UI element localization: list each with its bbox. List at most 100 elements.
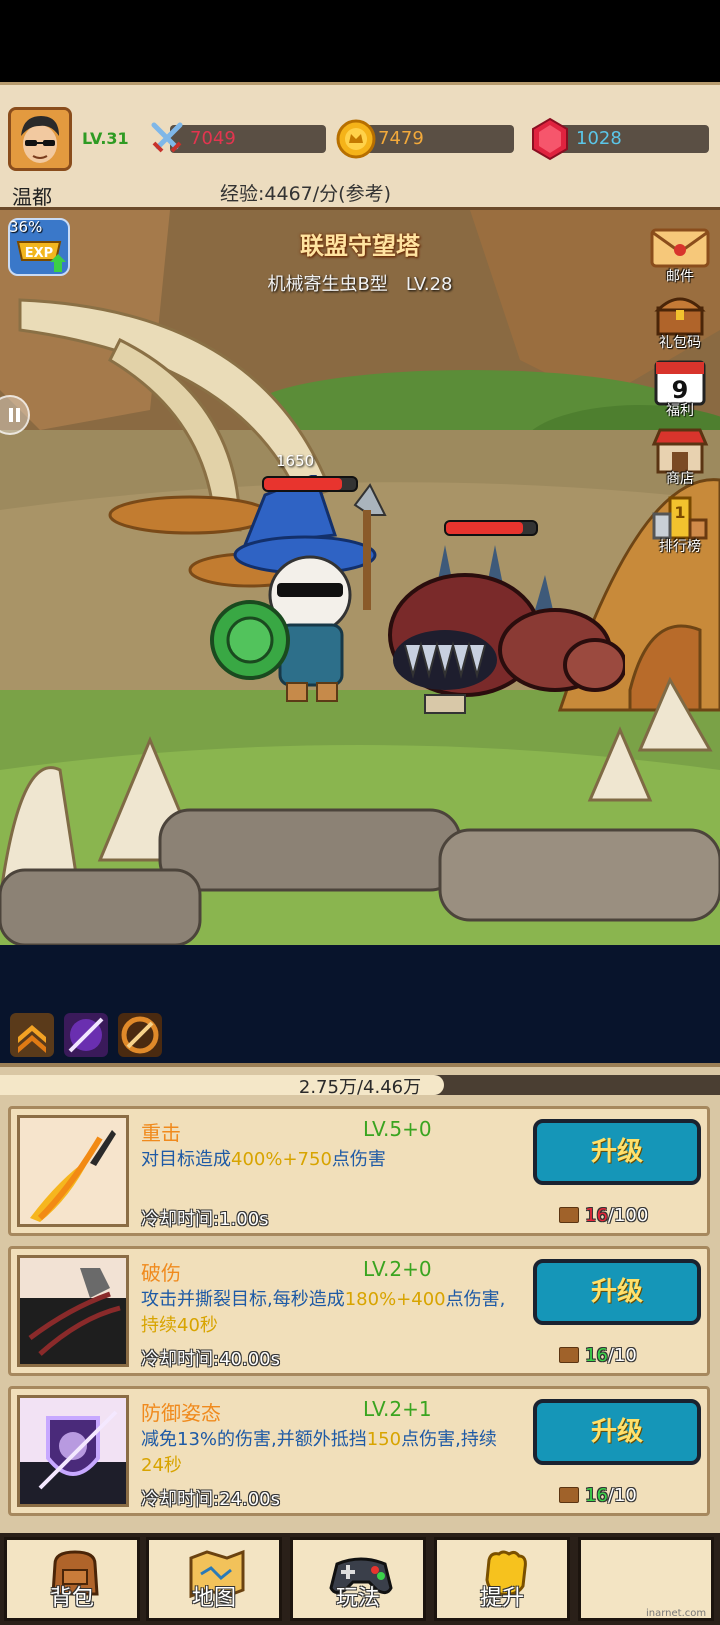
skill-description: 对目标造成400%+750点伤害: [141, 1147, 531, 1173]
skill-book-icon: [559, 1347, 579, 1363]
exp-rate-text: 经验:4467/分(参考): [220, 183, 391, 205]
desc-highlight: 150: [366, 1429, 402, 1450]
nav-label: 玩法: [335, 1586, 380, 1611]
nav-tab-upgrade[interactable]: 提升: [434, 1537, 570, 1621]
mail-button[interactable]: 邮件: [648, 222, 712, 286]
upgrade-button[interactable]: 升级: [533, 1259, 701, 1325]
gold-coin-icon: [336, 119, 376, 159]
pause-icon: [9, 408, 20, 422]
skill-description: 减免13%的伤害,并额外抵挡150点伤害,持续 24秒: [141, 1427, 531, 1479]
leaderboard-icon: 1: [652, 496, 708, 540]
skill-description: 攻击并撕裂目标,每秒造成180%+400点伤害, 持续40秒: [141, 1287, 531, 1339]
cost-have: 16: [585, 1345, 608, 1366]
skill-level: LV.2+1: [363, 1397, 432, 1421]
desc-highlight: 持续40秒: [141, 1315, 218, 1336]
cost-need: /10: [607, 1485, 637, 1506]
enemy-hp-fill: [446, 522, 523, 534]
mail-label: 邮件: [666, 269, 694, 285]
desc-text: 减免13%的伤害,并额外抵挡: [141, 1429, 367, 1450]
whirlwind-buff-icon[interactable]: [118, 1013, 162, 1057]
cost-need: /100: [607, 1205, 649, 1226]
watermark: inarnet.com: [646, 1608, 707, 1619]
attack-value: 7049: [190, 128, 236, 149]
pause-button[interactable]: [0, 395, 30, 435]
nav-tab-map[interactable]: 地图: [146, 1537, 282, 1621]
upgrade-button[interactable]: 升级: [533, 1119, 701, 1185]
welfare-label: 福利: [666, 403, 694, 419]
desc-text: 对目标造成: [141, 1149, 231, 1170]
leaderboard-label: 排行榜: [659, 539, 701, 555]
player-hp-fill: [264, 478, 343, 490]
claw-wound-icon: [17, 1255, 129, 1367]
player-avatar[interactable]: [8, 107, 72, 171]
cost-have: 16: [585, 1205, 608, 1226]
player-header: LV.31 温都 7049 7479 1028 经验:4467/分(参考): [0, 82, 720, 210]
cost-have: 16: [585, 1485, 608, 1506]
welfare-button[interactable]: 9 福利: [648, 356, 712, 420]
gem-value: 1028: [576, 128, 622, 149]
skill-book-icon: [559, 1207, 579, 1223]
skill-card-heavy-strike: 重击 LV.5+0 对目标造成400%+750点伤害 冷却时间:1.00s 升级…: [8, 1106, 710, 1236]
sword-slash-icon: [17, 1115, 129, 1227]
player-hp-bar: [262, 476, 358, 492]
gift-code-button[interactable]: 礼包码: [648, 288, 712, 352]
skill-cooldown: 冷却时间:40.00s: [141, 1349, 280, 1370]
battle-scene: [0, 210, 720, 945]
skill-cooldown: 冷却时间:1.00s: [141, 1209, 269, 1230]
skill-name: 破伤: [141, 1261, 181, 1285]
arcane-slash-buff-icon[interactable]: [64, 1013, 108, 1057]
skill-cooldown: 冷却时间:24.00s: [141, 1489, 280, 1510]
svg-text:EXP: EXP: [25, 246, 53, 261]
nav-tab-gameplay[interactable]: 玩法: [290, 1537, 426, 1621]
avatar-face-icon: [11, 110, 69, 168]
skill-book-cost: 16/100: [559, 1205, 648, 1226]
skill-card-defense-stance: 防御姿态 LV.2+1 减免13%的伤害,并额外抵挡150点伤害,持续 24秒 冷…: [8, 1386, 710, 1516]
skill-level: LV.5+0: [363, 1117, 432, 1141]
upgrade-button[interactable]: 升级: [533, 1399, 701, 1465]
buff-bar: [0, 945, 720, 1063]
nav-label: 背包: [49, 1586, 94, 1611]
bottom-nav: 背包 地图 玩法 提升: [0, 1533, 720, 1625]
skill-book-cost: 16/10: [559, 1485, 637, 1506]
leaderboard-badge: 1: [674, 503, 685, 522]
desc-highlight: 180%+400: [344, 1289, 446, 1310]
desc-text: 点伤害,持续: [401, 1429, 497, 1450]
shop-icon: [651, 428, 709, 474]
desc-text: 攻击并撕裂目标,每秒造成: [141, 1289, 345, 1310]
shop-button[interactable]: 商店: [648, 424, 712, 488]
skill-book-icon: [559, 1487, 579, 1503]
nav-label: 提升: [479, 1586, 524, 1611]
player-level: LV.31: [82, 129, 129, 148]
rank-up-buff-icon[interactable]: [10, 1013, 54, 1057]
mail-icon: [650, 228, 710, 268]
skill-card-wound: 破伤 LV.2+0 攻击并撕裂目标,每秒造成180%+400点伤害, 持续40秒 …: [8, 1246, 710, 1376]
crossed-swords-icon: [150, 121, 184, 155]
skill-level: LV.2+0: [363, 1257, 432, 1281]
skill-name: 防御姿态: [141, 1401, 221, 1425]
damage-number: 1650: [276, 452, 315, 470]
enemy-level: LV.28: [405, 274, 453, 295]
calendar-icon: 9: [654, 360, 706, 406]
enemy-info: 机械寄生虫B型 LV.28: [0, 270, 720, 296]
desc-highlight: 24秒: [141, 1455, 182, 1476]
leaderboard-button[interactable]: 1 排行榜: [648, 492, 712, 556]
desc-text: 点伤害: [331, 1149, 386, 1170]
nav-label: 地图: [191, 1586, 236, 1611]
treasure-chest-icon: [654, 297, 706, 336]
desc-highlight: 400%+750: [231, 1149, 332, 1170]
gold-value: 7479: [378, 128, 424, 149]
stage-title: 联盟守望塔: [300, 232, 420, 260]
shield-lion-icon: [17, 1395, 129, 1507]
cost-need: /10: [607, 1345, 637, 1366]
stage-progress-text: 2.75万/4.46万: [298, 1077, 422, 1098]
nav-tab-backpack[interactable]: 背包: [4, 1537, 140, 1621]
skill-book-cost: 16/10: [559, 1345, 637, 1366]
gift-code-label: 礼包码: [659, 335, 701, 351]
skill-name: 重击: [141, 1121, 181, 1145]
enemy-parasite: [388, 545, 625, 714]
desc-text: 点伤害,: [445, 1289, 506, 1310]
exp-percent: 36%: [9, 218, 43, 236]
gold-bar: [352, 125, 514, 153]
enemy-hp-bar: [444, 520, 538, 536]
shop-label: 商店: [666, 471, 694, 487]
